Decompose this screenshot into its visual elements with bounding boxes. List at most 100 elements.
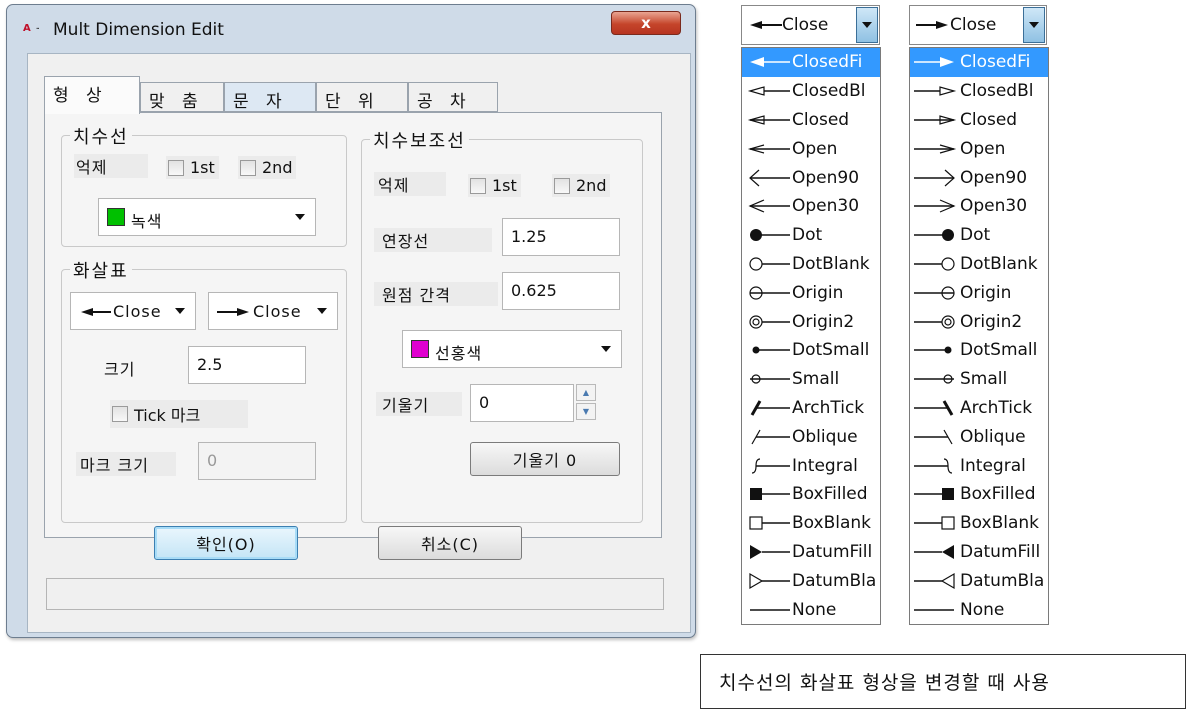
arrowhead-option[interactable]: ArchTick [910, 394, 1048, 423]
ext-line-color-select[interactable]: 선홍색 [402, 330, 622, 368]
arrowhead-option-label: Dot [792, 225, 823, 246]
title-bar[interactable]: A.. Mult Dimension Edit x [7, 5, 695, 55]
arrowhead-option[interactable]: ClosedFi [742, 48, 880, 77]
closed-filled-arrow-icon [750, 21, 782, 29]
arrowhead-option[interactable]: Dot [742, 221, 880, 250]
color-name: 선홍색 [435, 344, 483, 363]
tab-shape[interactable]: 형 상 [44, 76, 140, 114]
arrowhead-option[interactable]: Origin [742, 278, 880, 307]
arrowhead-dropdown-2[interactable]: Close [909, 5, 1047, 45]
arrowhead-option[interactable]: ClosedBl [910, 77, 1048, 106]
arrowhead-option-label: Origin [960, 282, 1012, 303]
origin-arrowhead-icon [749, 286, 790, 300]
arrowhead-dropdown-1[interactable]: Close [741, 5, 880, 45]
arrowhead-option[interactable]: Open90 [742, 163, 880, 192]
arrow-group-title: 화살표 [70, 257, 132, 283]
arrow-group: 화살표 Close Close 크기 2.5 Tick 마크 마크 크기 0 [61, 257, 347, 523]
arrowhead-option[interactable]: Open30 [910, 192, 1048, 221]
spin-down-icon[interactable]: ▼ [576, 403, 596, 420]
ok-button[interactable]: 확인(O) [154, 526, 298, 560]
arrowhead-option-label: Integral [960, 455, 1026, 476]
chevron-down-icon[interactable] [856, 7, 878, 43]
first-arrow-select[interactable]: Close [70, 292, 196, 330]
dialog-client-area: 형 상 맞 춤 문 자 단 위 공 차 치수선 억제 1st 2nd 녹색 화살… [27, 53, 691, 633]
dropdown-current: Close [748, 15, 828, 35]
closedbl-arrowhead-icon [747, 86, 790, 96]
cancel-button[interactable]: 취소(C) [378, 526, 522, 560]
oblique-input[interactable]: 0 [470, 384, 574, 422]
mark-size-input[interactable]: 0 [198, 442, 316, 480]
arrowhead-option[interactable]: Oblique [910, 422, 1048, 451]
arrowhead-option[interactable]: Integral [910, 451, 1048, 480]
dim-line-group: 치수선 억제 1st 2nd 녹색 [61, 123, 347, 247]
arrowhead-option-label: Origin2 [960, 311, 1023, 332]
dim-suppress-2nd-checkbox[interactable]: 2nd [238, 156, 297, 179]
arrowhead-option[interactable]: DatumFill [742, 538, 880, 567]
arrowhead-option[interactable]: DatumBla [742, 566, 880, 595]
arrowhead-option[interactable]: Origin [910, 278, 1048, 307]
origin-offset-input[interactable]: 0.625 [502, 272, 620, 310]
arrowhead-option[interactable]: DatumFill [910, 538, 1048, 567]
close-button[interactable]: x [611, 11, 681, 35]
arrowhead-option[interactable]: DotSmall [910, 336, 1048, 365]
arrowhead-option[interactable]: BoxFilled [910, 480, 1048, 509]
arrowhead-option[interactable]: Open [910, 134, 1048, 163]
tab-tolerance[interactable]: 공 차 [408, 82, 498, 112]
arrowhead-option[interactable]: ArchTick [742, 394, 880, 423]
arrowhead-option[interactable]: Dot [910, 221, 1048, 250]
checkbox-label: Tick 마크 [134, 406, 201, 425]
tick-mark-checkbox[interactable]: Tick 마크 [110, 400, 248, 428]
ext-suppress-1st-checkbox[interactable]: 1st [468, 174, 521, 197]
oblique-zero-button[interactable]: 기울기 0 [470, 442, 620, 476]
arrowhead-option[interactable]: Open90 [910, 163, 1048, 192]
oblique-label: 기울기 [376, 392, 462, 416]
ext-suppress-2nd-checkbox[interactable]: 2nd [552, 174, 611, 197]
tab-fit[interactable]: 맞 춤 [140, 82, 224, 112]
arrowhead-option[interactable]: Origin2 [910, 307, 1048, 336]
tab-units[interactable]: 단 위 [316, 82, 408, 112]
arrowhead-option[interactable]: Small [742, 365, 880, 394]
arrowhead-option-label: BoxFilled [960, 484, 1036, 505]
arrowhead-option-label: ClosedBl [960, 81, 1034, 102]
boxfilled-arrowhead-icon [750, 488, 790, 501]
dim-suppress-1st-checkbox[interactable]: 1st [166, 156, 219, 179]
arrowhead-option[interactable]: Origin2 [742, 307, 880, 336]
arrowhead-option[interactable]: BoxBlank [910, 509, 1048, 538]
arrowhead-option[interactable]: ClosedFi [910, 48, 1048, 77]
origin-arrowhead-icon [914, 286, 955, 300]
arrowhead-option[interactable]: Closed [742, 106, 880, 135]
tab-panel-shape: 치수선 억제 1st 2nd 녹색 화살표 Close Close 크기 2.5… [44, 112, 662, 538]
spin-up-icon[interactable]: ▲ [576, 384, 596, 401]
arrowhead-option[interactable]: Small [910, 365, 1048, 394]
oblique-spinner[interactable]: ▲ ▼ [576, 384, 598, 422]
arrowhead-option[interactable]: None [910, 595, 1048, 624]
arrowhead-option[interactable]: Oblique [742, 422, 880, 451]
dim-line-color-select[interactable]: 녹색 [98, 198, 316, 236]
chevron-down-icon[interactable] [1023, 7, 1045, 43]
arrowhead-option[interactable]: Open [742, 134, 880, 163]
extend-input[interactable]: 1.25 [502, 218, 620, 256]
arrowhead-option[interactable]: BoxFilled [742, 480, 880, 509]
arrowhead-option[interactable]: Open30 [742, 192, 880, 221]
arrowhead-option[interactable]: DotBlank [910, 250, 1048, 279]
arrowhead-option[interactable]: BoxBlank [742, 509, 880, 538]
arrowhead-option[interactable]: Integral [742, 451, 880, 480]
closedfi-arrowhead-icon [750, 57, 790, 68]
arrow-size-label: 크기 [104, 360, 136, 379]
arrowhead-option[interactable]: DotSmall [742, 336, 880, 365]
arrowhead-option[interactable]: DatumBla [910, 566, 1048, 595]
arrowhead-option[interactable]: Closed [910, 106, 1048, 135]
arrow-size-input[interactable]: 2.5 [188, 346, 306, 384]
arrowhead-option[interactable]: None [742, 595, 880, 624]
boxblank-arrowhead-icon [749, 516, 790, 530]
arrowhead-option-label: Open90 [792, 167, 860, 188]
small-arrowhead-icon [750, 374, 790, 384]
checkbox-label: 1st [492, 176, 517, 195]
second-arrow-select[interactable]: Close [208, 292, 338, 330]
arrowhead-option-label: Small [792, 369, 840, 390]
arrowhead-option-label: ClosedFi [792, 52, 863, 73]
tab-text[interactable]: 문 자 [224, 82, 316, 112]
arrowhead-option[interactable]: DotBlank [742, 250, 880, 279]
integral-arrowhead-icon [914, 457, 953, 474]
arrowhead-option[interactable]: ClosedBl [742, 77, 880, 106]
